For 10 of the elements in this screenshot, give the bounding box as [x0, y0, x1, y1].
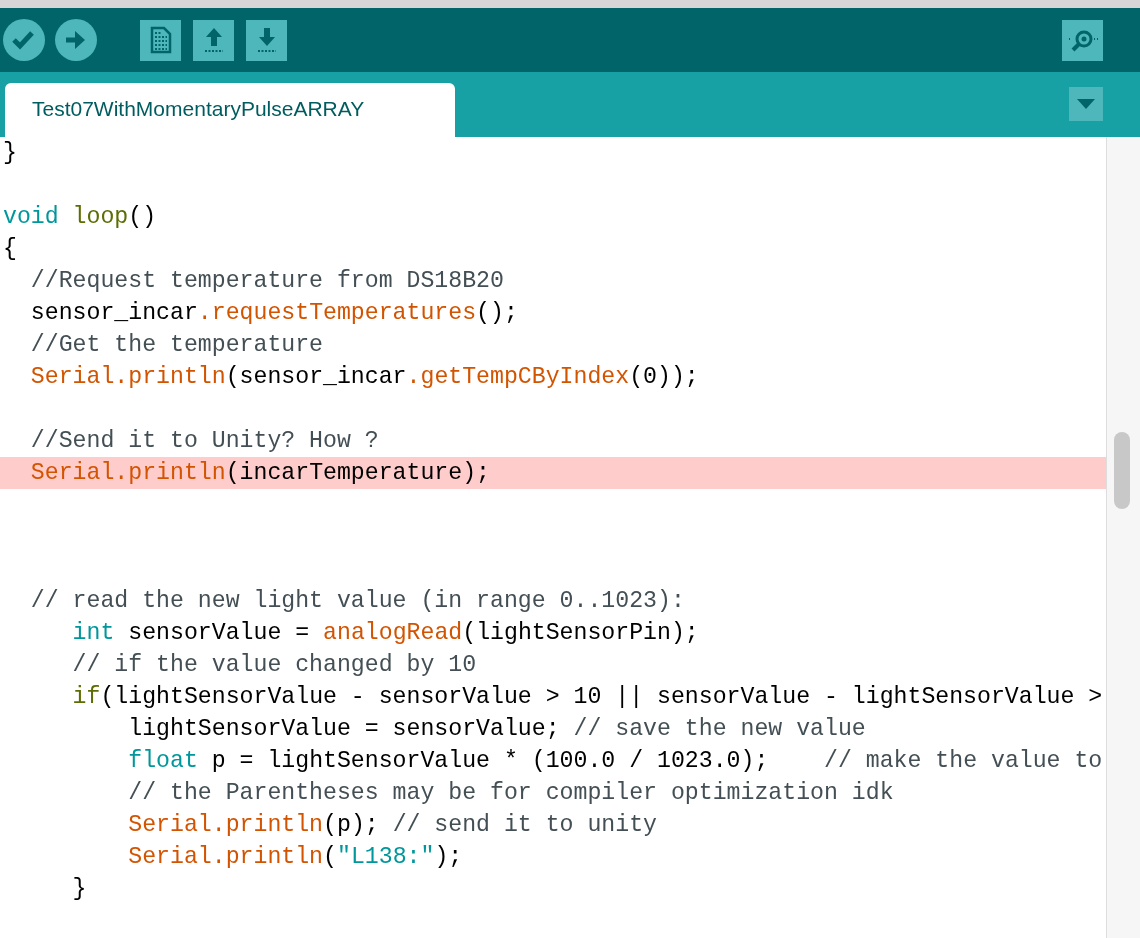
scrollbar-thumb[interactable]	[1114, 432, 1130, 509]
open-button[interactable]	[193, 19, 234, 61]
new-button[interactable]	[140, 19, 181, 61]
save-button[interactable]	[246, 19, 287, 61]
caret-icon	[1077, 99, 1095, 109]
tab-menu-button[interactable]	[1069, 87, 1103, 121]
sketch-tab[interactable]: Test07WithMomentaryPulseARRAY	[5, 83, 455, 137]
upload-button[interactable]	[55, 19, 97, 61]
serial-monitor-button[interactable]	[1062, 19, 1103, 61]
verify-button[interactable]	[3, 19, 45, 61]
